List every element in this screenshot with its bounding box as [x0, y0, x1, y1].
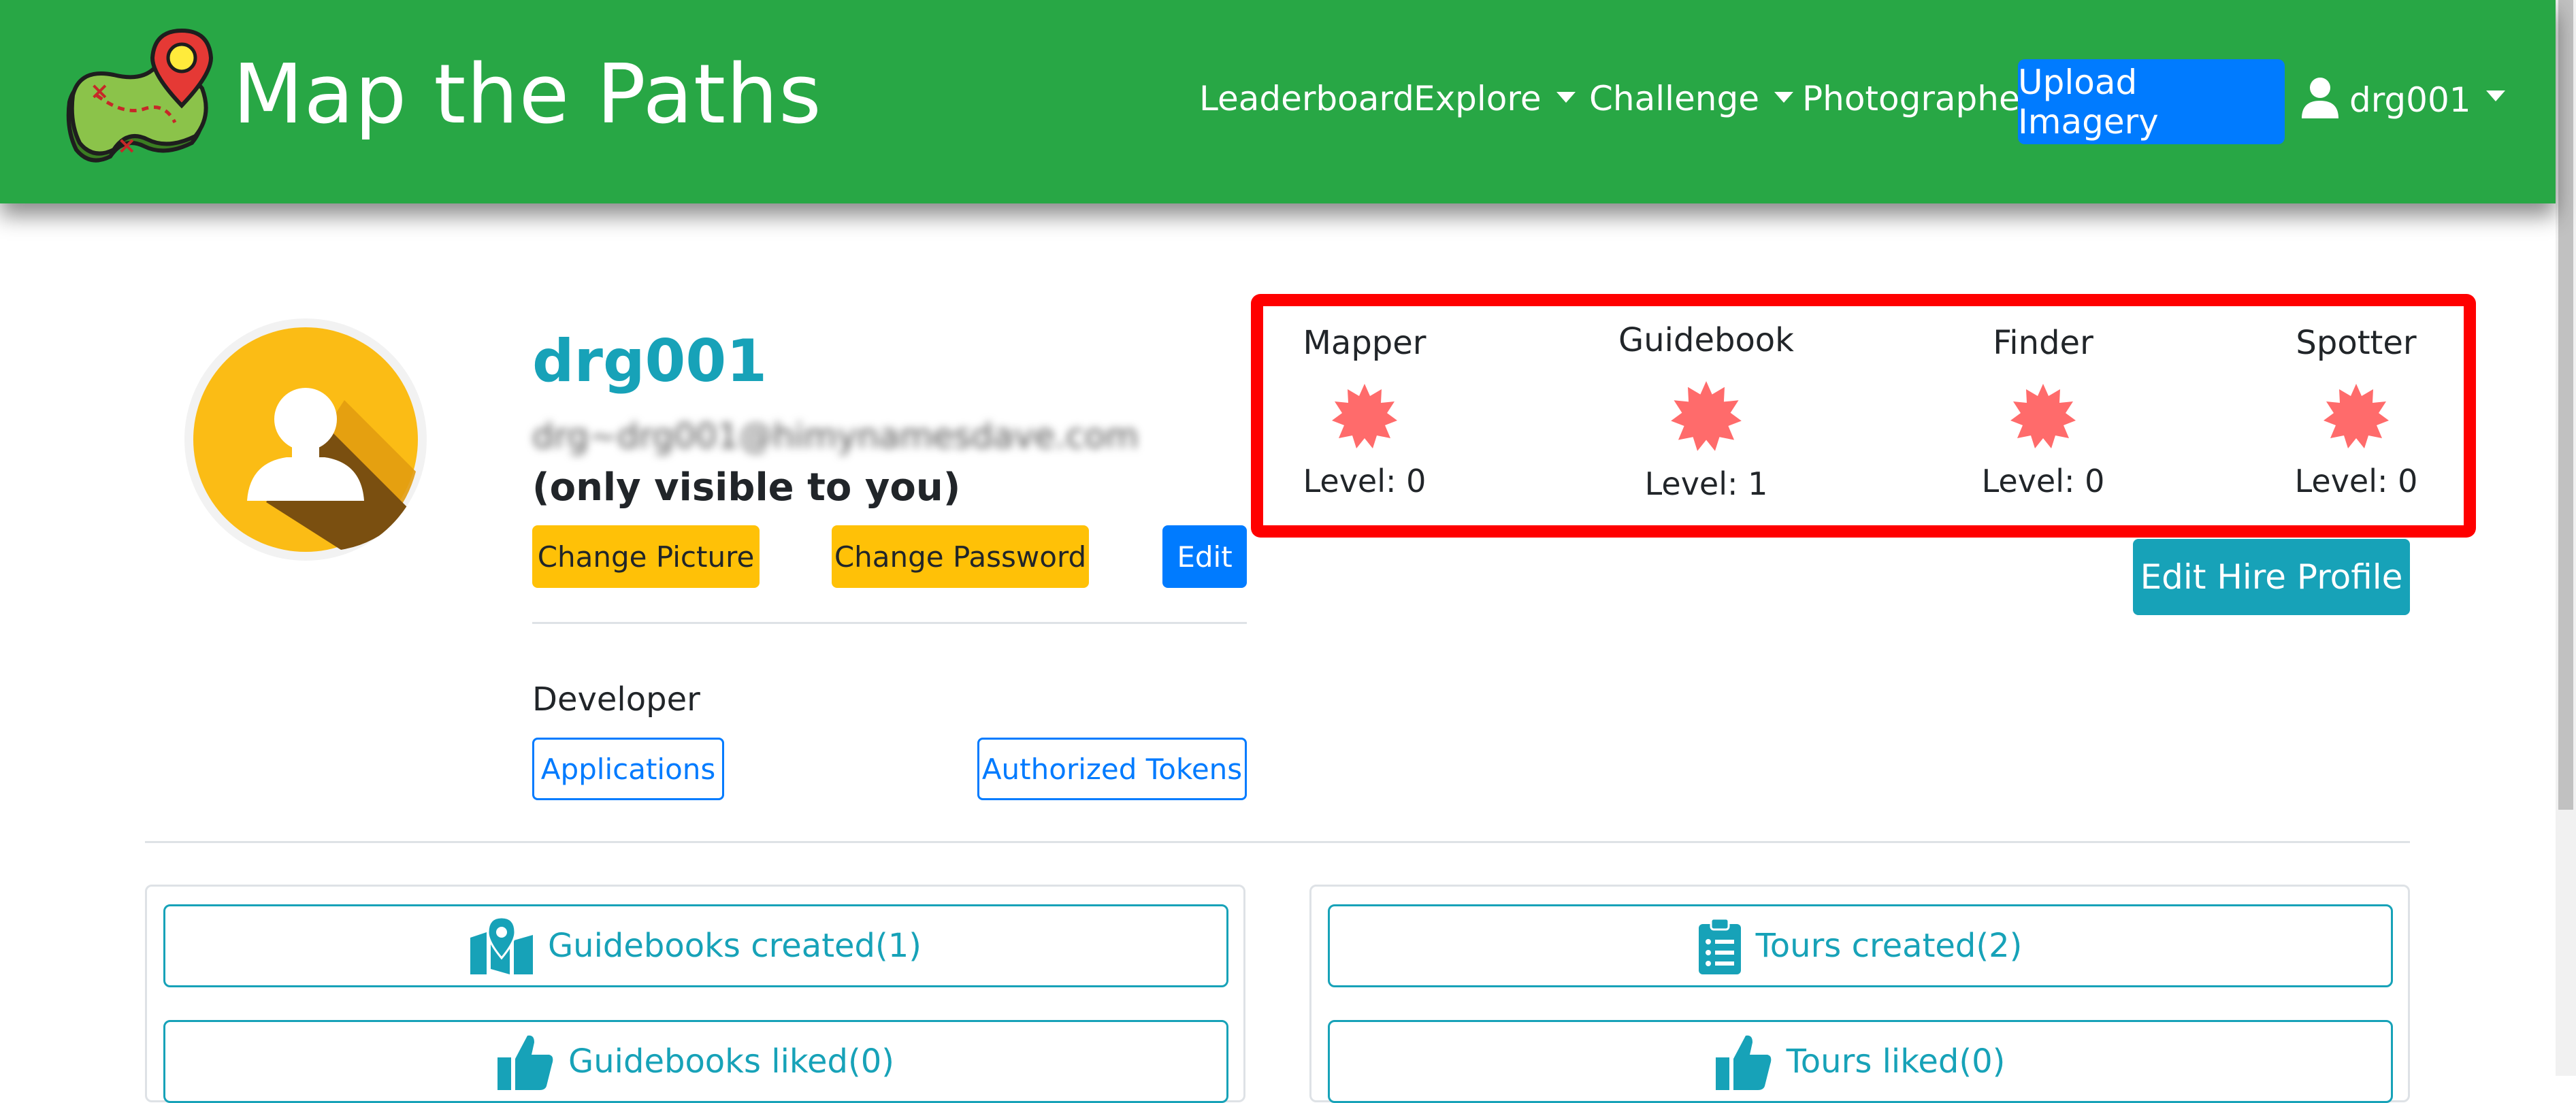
badge-star-icon [1332, 384, 1397, 448]
edit-profile-button[interactable]: Edit [1162, 525, 1247, 588]
profile-email-blurred: drg~drg001@himynamesdave.com [532, 416, 1139, 456]
chevron-down-icon [1556, 91, 1576, 103]
user-avatar-icon [193, 327, 418, 552]
badge-spotter: Spotter Level: 0 [2234, 327, 2479, 497]
guidebooks-created-button[interactable]: Guidebooks created(1) [163, 904, 1228, 987]
badge-star-icon [1671, 381, 1742, 451]
thumbs-up-icon [498, 1035, 553, 1090]
tours-created-label: Tours created(2) [1755, 927, 2023, 965]
badge-level: Level: 0 [1303, 463, 1426, 499]
chevron-down-icon [1774, 91, 1793, 103]
guidebooks-created-label: Guidebooks created(1) [547, 927, 922, 965]
nav-explore-dropdown[interactable]: Explore [1414, 82, 1576, 116]
nav-photographer[interactable]: Photographer [1802, 82, 2034, 116]
svg-text:×: × [90, 78, 110, 105]
change-password-button[interactable]: Change Password [832, 525, 1089, 588]
user-menu-label: drg001 [2349, 80, 2471, 120]
badge-guidebook: Guidebook Level: 1 [1584, 324, 1829, 499]
divider [532, 622, 1247, 624]
tours-liked-button[interactable]: Tours liked(0) [1328, 1020, 2393, 1103]
nav-explore-label: Explore [1414, 79, 1542, 118]
upload-imagery-button[interactable]: Upload Imagery [2018, 59, 2285, 144]
nav-leaderboard[interactable]: Leaderboard [1199, 82, 1414, 116]
badge-title: Mapper [1303, 324, 1426, 362]
badge-title: Guidebook [1618, 321, 1794, 359]
top-navbar: × × Map the Paths Leaderboard Explore Ch… [0, 0, 2556, 203]
page-scrollbar-thumb[interactable] [2558, 0, 2573, 810]
tours-created-button[interactable]: Tours created(2) [1328, 904, 2393, 987]
badge-level: Level: 0 [2294, 463, 2418, 499]
user-menu-dropdown[interactable]: drg001 [2300, 76, 2505, 124]
developer-heading: Developer [532, 680, 700, 719]
badge-level: Level: 0 [1981, 463, 2105, 499]
avatar [184, 318, 427, 561]
edit-hire-profile-button[interactable]: Edit Hire Profile [2133, 539, 2410, 615]
applications-button[interactable]: Applications [532, 738, 724, 800]
nav-challenge-label: Challenge [1589, 79, 1759, 118]
guidebooks-liked-button[interactable]: Guidebooks liked(0) [163, 1020, 1228, 1103]
brand-title[interactable]: Map the Paths [233, 54, 822, 136]
guidebooks-card: Guidebooks created(1) Guidebooks liked(0… [145, 885, 1245, 1103]
tours-liked-label: Tours liked(0) [1786, 1042, 2006, 1081]
badge-finder: Finder Level: 0 [1921, 327, 2166, 497]
badge-star-icon [2324, 384, 2389, 448]
badge-level: Level: 1 [1644, 465, 1768, 502]
user-icon [2300, 76, 2340, 124]
section-divider [145, 841, 2410, 843]
change-picture-button[interactable]: Change Picture [532, 525, 760, 588]
clipboard-list-icon [1698, 917, 1741, 974]
nav-challenge-dropdown[interactable]: Challenge [1589, 82, 1793, 116]
map-marker-icon [470, 917, 533, 974]
badge-title: Finder [1993, 324, 2093, 362]
guidebooks-liked-label: Guidebooks liked(0) [568, 1042, 894, 1081]
badge-title: Spotter [2296, 324, 2417, 362]
authorized-tokens-button[interactable]: Authorized Tokens [977, 738, 1247, 800]
tours-card: Tours created(2) Tours liked(0) [1309, 885, 2410, 1103]
thumbs-up-icon [1715, 1035, 1771, 1090]
brand-logo-icon[interactable]: × × [63, 27, 216, 177]
svg-text:×: × [117, 132, 137, 159]
chevron-down-icon [2485, 90, 2505, 101]
badge-mapper: Mapper Level: 0 [1242, 327, 1487, 497]
badge-star-icon [2010, 384, 2076, 448]
visibility-note: (only visible to you) [532, 465, 961, 510]
profile-username: drg001 [532, 327, 768, 395]
